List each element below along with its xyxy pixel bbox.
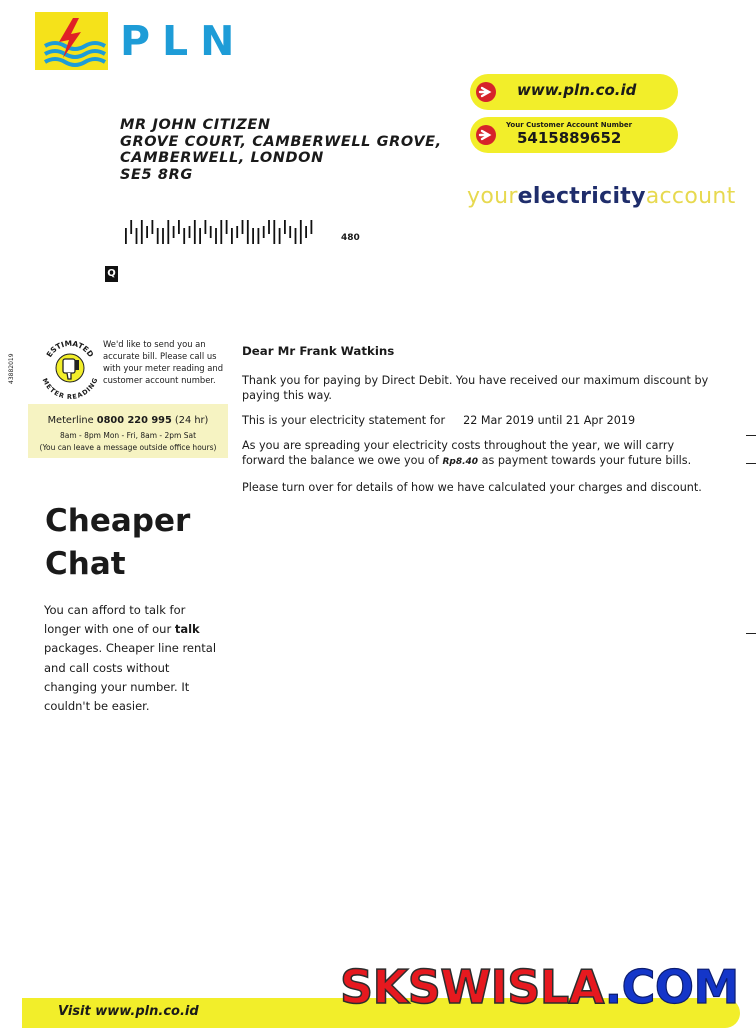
barcode-bar — [204, 220, 207, 234]
footer-link[interactable]: Visit www.pln.co.id — [58, 1004, 199, 1019]
meterline-label: Meterline — [47, 415, 94, 426]
logo-text: PLN — [120, 17, 247, 65]
arrow-right-icon — [476, 82, 496, 102]
lightning-icon — [43, 18, 107, 67]
side-reference: 43882019 — [8, 353, 15, 384]
address-line: SE5 8RG — [120, 166, 193, 183]
barcode-bar — [246, 220, 249, 244]
promo-body-text: packages. Cheaper line rental and call c… — [44, 641, 217, 714]
barcode-bar — [241, 220, 244, 234]
account-number-box: Your Customer Account Number 5415889652 — [470, 117, 678, 153]
letter-paragraph: Thank you for paying by Direct Debit. Yo… — [242, 374, 709, 402]
watermark-part2: .COM — [604, 959, 740, 1014]
tagline-part2: electricity — [517, 184, 646, 209]
barcode-bar — [178, 220, 180, 234]
tagline-part1: your — [467, 184, 518, 209]
meterline-hours: 8am - 8pm Mon - Fri, 8am - 2pm Sat — [59, 431, 197, 440]
letter-body: Dear Mr Frank Watkins Thank you for payi… — [242, 344, 712, 505]
promo-title-line: Chat — [45, 546, 126, 582]
barcode-bar — [146, 226, 148, 238]
account-number-label: Your Customer Account Number — [506, 121, 633, 129]
statement-period: This is your electricity statement for 22… — [242, 413, 712, 428]
meterline-phone-row: Meterline 0800 220 995 (24 hr) — [28, 415, 228, 426]
recipient-address: MR JOHN CITIZEN GROVE COURT, CAMBERWELL … — [120, 117, 442, 183]
address-line: CAMBERWELL, LONDON — [120, 150, 324, 166]
barcode-bar — [167, 220, 170, 244]
meterline-phone[interactable]: 0800 220 995 — [97, 415, 172, 426]
barcode-bar — [284, 220, 286, 234]
barcode-bar — [278, 228, 281, 244]
promo-body-bold: talk — [174, 622, 200, 637]
barcode-bar — [220, 220, 223, 244]
barcode-bar — [162, 228, 164, 244]
arrow-right-icon — [476, 125, 496, 145]
barcode-bar — [183, 228, 186, 244]
barcode-bar — [125, 228, 127, 244]
website-url: www.pln.co.id — [517, 81, 637, 99]
fold-mark — [746, 633, 756, 634]
barcode-bar — [135, 228, 138, 244]
barcode-bar — [236, 226, 239, 238]
postal-barcode — [125, 220, 313, 244]
barcode-bar — [199, 228, 201, 244]
barcode-bar — [209, 226, 212, 238]
barcode-bar — [305, 226, 307, 238]
fold-mark — [746, 463, 756, 464]
barcode-bar — [225, 220, 228, 234]
barcode-bar — [262, 226, 265, 238]
barcode-bar — [188, 226, 191, 238]
promo-body: You can afford to talk for longer with o… — [44, 601, 219, 716]
barcode-bar — [193, 220, 196, 244]
barcode-bar — [299, 220, 302, 244]
meterline-suffix: (24 hr) — [174, 415, 209, 426]
address-line: GROVE COURT, CAMBERWELL GROVE, — [120, 133, 442, 150]
barcode-bar — [130, 220, 133, 234]
letter-paragraph: Please turn over for details of how we h… — [242, 481, 702, 494]
promo-title-line: Cheaper — [45, 503, 191, 539]
barcode-number: 480 — [341, 233, 360, 243]
barcode-bar — [252, 228, 254, 244]
balance-text: as payment towards your future bills. — [481, 454, 692, 467]
statement-label: This is your electricity statement for — [242, 414, 446, 427]
barcode-bar — [172, 226, 175, 238]
statement-dates: 22 Mar 2019 until 21 Apr 2019 — [463, 414, 636, 427]
account-number: 5415889652 — [517, 129, 622, 147]
barcode-bar — [231, 228, 233, 244]
barcode-bar — [289, 226, 292, 238]
watermark-part1: SKSWISLA — [339, 959, 606, 1015]
promo-body-text: You can afford to talk for longer with o… — [44, 603, 186, 637]
balance-amount: Rp8.40 — [442, 457, 479, 467]
tagline-part3: account — [645, 184, 736, 209]
meterline-box: Meterline 0800 220 995 (24 hr) 8am - 8pm… — [28, 404, 228, 458]
barcode-bar — [294, 228, 297, 244]
greeting: Dear Mr Frank Watkins — [242, 344, 395, 358]
watermark: SKSWISLA.COM — [339, 959, 740, 1015]
barcode-bar — [156, 228, 159, 244]
meter-reading-note: We'd like to send you an accurate bill. … — [103, 339, 224, 385]
tagline: yourelectricityaccount — [467, 184, 736, 209]
barcode-bar — [140, 220, 143, 244]
letter-paragraph: As you are spreading your electricity co… — [242, 438, 712, 470]
promo-title: Cheaper Chat — [45, 500, 190, 586]
barcode-bar — [310, 220, 313, 234]
website-link[interactable]: www.pln.co.id — [470, 74, 678, 110]
barcode-bar — [257, 228, 260, 244]
fold-mark — [746, 435, 756, 436]
barcode-bar — [273, 220, 276, 244]
meterline-message: (You can leave a message outside office … — [39, 443, 217, 452]
estimated-reading-badge: ESTIMATED METER READING — [38, 336, 102, 400]
barcode-bar — [151, 220, 154, 234]
address-line: MR JOHN CITIZEN — [120, 117, 271, 133]
pln-logo — [35, 12, 108, 70]
barcode-bar — [215, 228, 217, 244]
barcode-bar — [268, 220, 270, 234]
sort-code-box: Q — [105, 266, 118, 282]
